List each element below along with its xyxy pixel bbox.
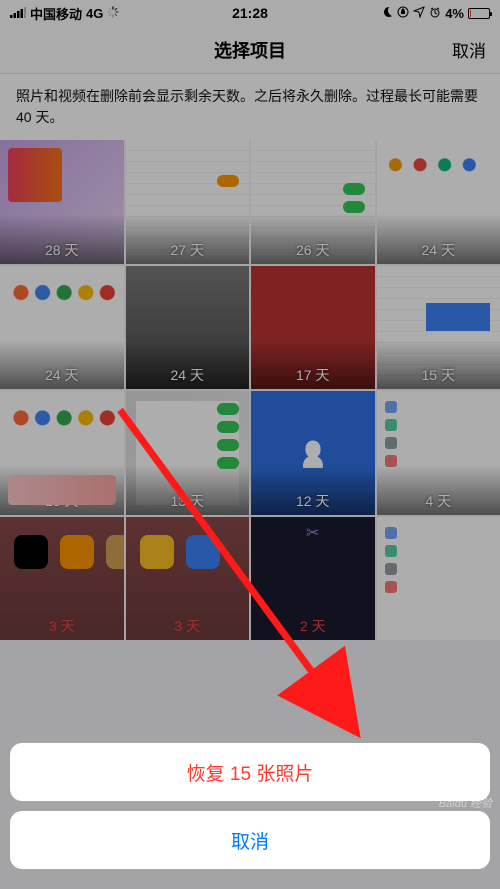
watermark: Baidu 经验 (439, 795, 492, 811)
recover-photos-button[interactable]: 恢复 15 张照片 (10, 743, 490, 801)
sheet-cancel-button[interactable]: 取消 (10, 811, 490, 869)
action-sheet: 恢复 15 张照片 取消 (0, 733, 500, 889)
